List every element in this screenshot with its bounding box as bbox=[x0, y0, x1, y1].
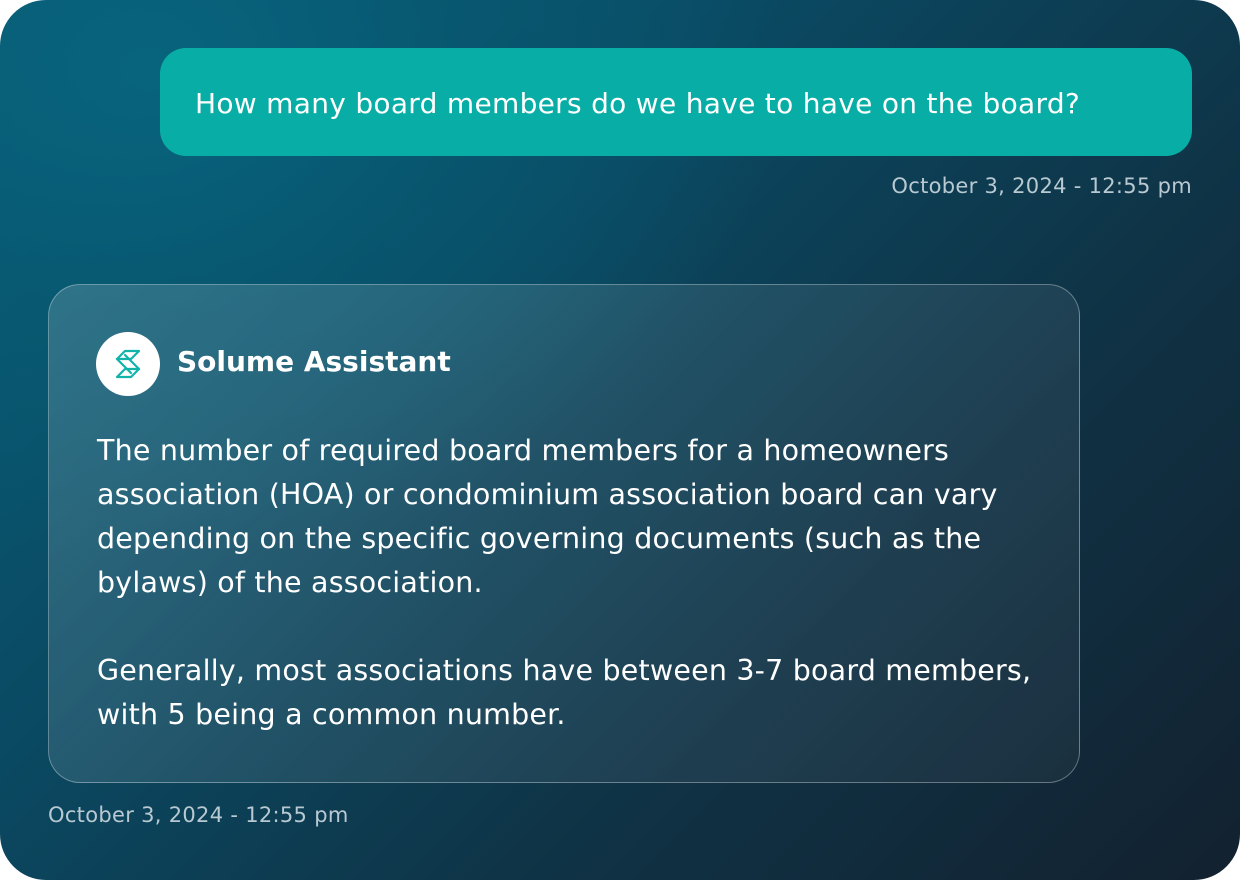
user-message-bubble: How many board members do we have to hav… bbox=[160, 48, 1192, 156]
assistant-message-timestamp: October 3, 2024 - 12:55 pm bbox=[48, 803, 349, 827]
user-message-timestamp: October 3, 2024 - 12:55 pm bbox=[891, 174, 1192, 198]
assistant-name: Solume Assistant bbox=[177, 345, 451, 378]
user-message-text: How many board members do we have to hav… bbox=[195, 86, 1081, 120]
assistant-paragraph: The number of required board members for… bbox=[97, 434, 998, 599]
chat-window: How many board members do we have to hav… bbox=[0, 0, 1240, 880]
assistant-avatar bbox=[96, 332, 160, 396]
assistant-message-card: Solume Assistant The number of required … bbox=[48, 284, 1080, 783]
solume-logo-icon bbox=[115, 349, 141, 379]
assistant-message-body: The number of required board members for… bbox=[97, 429, 1037, 737]
assistant-paragraph: Generally, most associations have betwee… bbox=[97, 654, 1032, 731]
